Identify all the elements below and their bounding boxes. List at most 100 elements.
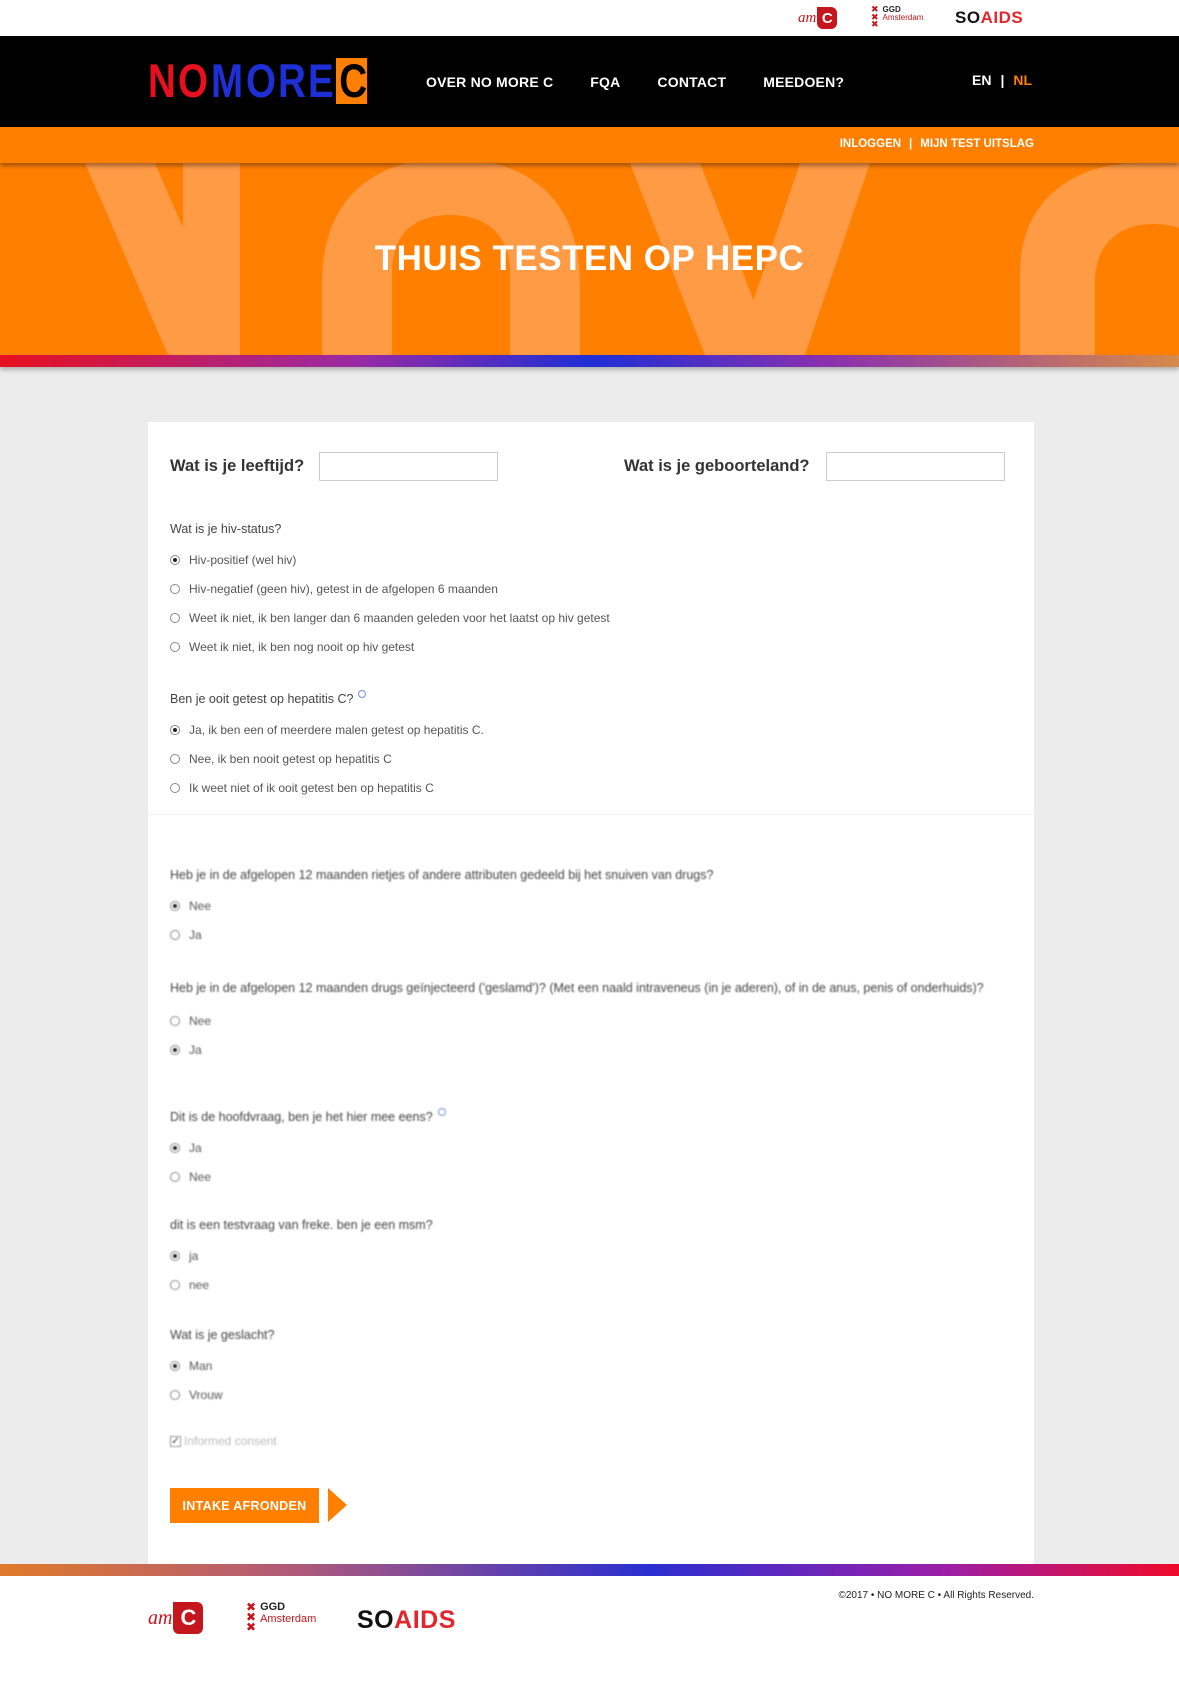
brand-letter: C [335,57,367,104]
radio-option[interactable]: Nee [170,1162,446,1191]
country-field-row: Wat is je geboorteland? [624,452,1005,481]
question-hiv-status: Wat is je hiv-status? Hiv-positief (wel … [170,522,610,661]
radio-unchecked[interactable] [170,583,180,594]
radio-unchecked[interactable] [170,753,180,764]
hero-banner: THUIS TESTEN OP HEPC [0,163,1179,355]
radio-checked[interactable] [170,1360,180,1371]
question-injected-drugs: Heb je in de afgelopen 12 maanden drugs … [170,979,1020,1064]
radio-unchecked[interactable] [170,782,180,793]
question-title: Wat is je hiv-status? [170,522,282,536]
ggd-logo[interactable]: ✖ ✖ ✖ GGD Amsterdam [871,4,924,30]
radio-option[interactable]: Vrouw [170,1380,274,1409]
age-field-row: Wat is je leeftijd? [170,452,499,481]
ggd-crosses-icon: ✖ ✖ ✖ [871,4,879,30]
country-label: Wat is je geboorteland? [624,457,810,475]
radio-option[interactable]: ja [170,1241,433,1270]
radio-unchecked[interactable] [170,612,180,623]
radio-option[interactable]: Nee, ik ben nooit getest op hepatitis C [170,744,484,773]
radio-unchecked[interactable] [170,929,180,940]
account-bar: INLOGGEN | MIJN TEST UITSLAG [0,127,1179,163]
country-input[interactable] [825,452,1005,481]
nav-contact[interactable]: CONTACT [657,74,726,90]
partner-strip: am C ✖ ✖ ✖ GGD Amsterdam SOAIDS [0,0,1179,36]
question-main: Dit is de hoofdvraag, ben je het hier me… [170,1108,446,1191]
radio-option[interactable]: Hiv-negatief (geen hiv), getest in de af… [170,574,610,603]
section-divider [148,814,1034,815]
question-title: Ben je ooit getest op hepatitis C? [170,692,354,706]
radio-checked[interactable] [170,1142,180,1153]
radio-unchecked[interactable] [170,1279,180,1290]
nav-over-no-more-c[interactable]: OVER NO MORE C [426,74,553,90]
radio-option[interactable]: Weet ik niet, ik ben langer dan 6 maande… [170,603,610,632]
ggd-logo-line2: Amsterdam [260,1612,317,1625]
main-navbar: N O M O R E C OVER NO MORE C FQA CONTACT… [0,36,1179,127]
soaids-logo[interactable]: SOAIDS [955,8,1023,28]
radio-option[interactable]: Weet ik niet, ik ben nog nooit op hiv ge… [170,632,610,661]
brand-letter: E [308,54,334,107]
ggd-logo-line2: Amsterdam [882,13,924,23]
my-test-results-link[interactable]: MIJN TEST UITSLAG [920,138,1034,150]
login-link[interactable]: INLOGGEN [840,138,901,150]
brand-letter: M [210,54,243,107]
lang-en[interactable]: EN [972,72,991,88]
radio-option[interactable]: Ja [170,920,713,949]
soaids-logo-soa: SO [955,8,981,27]
language-switcher: EN | NL [972,72,1032,88]
radio-checked[interactable] [170,1044,180,1055]
brand-letter: N [148,54,176,107]
submit-intake-button[interactable]: INTAKE AFRONDEN [170,1488,319,1523]
amc-logo[interactable]: am C [798,7,838,29]
ggd-logo[interactable]: ✖ ✖ ✖ GGD Amsterdam [246,1601,317,1634]
brand-letter: R [278,54,306,107]
informed-consent[interactable]: ✓ Informed consent [170,1434,277,1448]
footer: am C ✖ ✖ ✖ GGD Amsterdam SOAIDS ©2017 • NO… [0,1576,1179,1701]
page-title: THUIS TESTEN OP HEPC [374,239,805,278]
consent-label: Informed consent [184,1434,277,1448]
amc-logo-am: am [148,1606,173,1629]
ggd-logo-line1: GGD [260,1601,286,1613]
lang-nl[interactable]: NL [1013,72,1032,88]
primary-nav: OVER NO MORE C FQA CONTACT MEEDOEN? [426,36,844,127]
radio-unchecked[interactable] [170,1389,180,1400]
intake-form: Wat is je leeftijd? Wat is je geboortela… [148,422,1034,1564]
radio-unchecked[interactable] [170,641,180,652]
soaids-logo-ids: IDS [993,8,1024,27]
amc-logo-c: C [817,7,838,29]
gradient-divider [0,355,1179,367]
info-icon[interactable] [358,690,367,698]
nomorec-logo[interactable]: N O M O R E C [148,54,374,107]
radio-option[interactable]: Ik weet niet of ik ooit getest ben op he… [170,773,484,802]
question-snorting-shared: Heb je in de afgelopen 12 maanden rietje… [170,868,713,949]
question-hepatitis-tested: Ben je ooit getest op hepatitis C? Ja, i… [170,690,484,802]
radio-option[interactable]: Nee [170,891,713,920]
radio-option[interactable]: Ja [170,1133,446,1162]
soaids-logo-ids: IDS [412,1606,456,1634]
radio-unchecked[interactable] [170,1015,180,1026]
radio-option[interactable]: Nee [170,1006,1020,1035]
radio-checked[interactable] [170,554,180,565]
radio-checked[interactable] [170,1250,180,1261]
soaids-logo-soa: SO [357,1606,395,1634]
radio-checked[interactable] [170,900,180,911]
consent-checkbox[interactable]: ✓ [170,1435,181,1447]
age-label: Wat is je leeftijd? [170,457,305,475]
radio-option[interactable]: nee [170,1270,433,1299]
nav-meedoen[interactable]: MEEDOEN? [763,74,844,90]
radio-option[interactable]: Man [170,1351,274,1380]
amc-logo[interactable]: am C [148,1602,204,1634]
question-title: Dit is de hoofdvraag, ben je het hier me… [170,1110,433,1124]
soaids-logo[interactable]: SOAIDS [357,1606,456,1635]
footer-gradient [0,1564,1179,1576]
radio-unchecked[interactable] [170,1171,180,1182]
radio-checked[interactable] [170,724,180,735]
age-input[interactable] [319,452,499,481]
radio-option[interactable]: Ja [170,1035,1020,1064]
question-title: Wat is je geslacht? [170,1328,275,1342]
question-msm: dit is een testvraag van freke. ben je e… [170,1218,433,1299]
arrow-right-icon [328,1488,347,1522]
nav-fqa[interactable]: FQA [590,74,620,90]
radio-option[interactable]: Hiv-positief (wel hiv) [170,545,610,574]
info-icon[interactable] [437,1108,446,1116]
radio-option[interactable]: Ja, ik ben een of meerdere malen getest … [170,715,484,744]
question-gender: Wat is je geslacht? Man Vrouw [170,1328,274,1409]
